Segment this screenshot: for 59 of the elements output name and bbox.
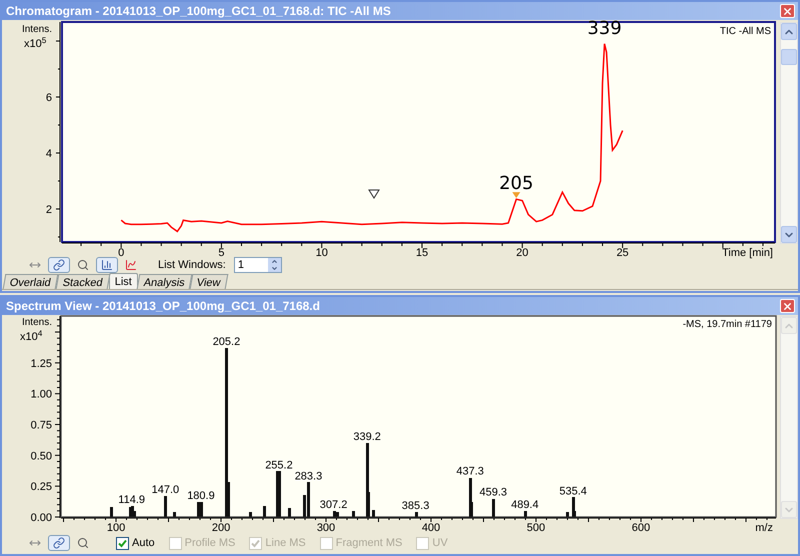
axis-tick-label: 400 — [422, 522, 440, 533]
checkbox-label: Profile MS — [184, 536, 236, 551]
axis-tick-label: 25 — [616, 247, 629, 259]
checkbox-label: Fragment MS — [336, 536, 402, 551]
axis-tick-label: 4 — [46, 148, 52, 160]
axis-tick-label: 6 — [46, 92, 52, 104]
tab[interactable]: View — [190, 274, 228, 289]
axis-title: Intens. — [22, 24, 52, 35]
axis-title: Intens. — [22, 317, 52, 328]
peak-label: 339.2 — [353, 431, 381, 443]
peak-label: 255.2 — [265, 459, 293, 472]
tab[interactable]: Analysis — [136, 274, 192, 289]
spinner-value: 1 — [238, 258, 244, 273]
peak-label: 459.3 — [480, 486, 508, 498]
axis-tick-label: 0.50 — [30, 450, 52, 462]
axis-tick-label: 0.00 — [30, 512, 52, 524]
trace-label: -MS, 19.7min #1179 — [682, 319, 772, 330]
axis-tick-label: 0.75 — [30, 420, 52, 432]
axis-tick-label: 5 — [218, 247, 224, 259]
axis-tick-label: 600 — [632, 522, 650, 533]
axis-tick-label: 500 — [526, 522, 546, 533]
peak-label: 385.3 — [402, 500, 430, 512]
peak-label: 437.3 — [456, 466, 484, 478]
peak-label: 180.9 — [187, 490, 215, 502]
axis-tick-label: 200 — [212, 522, 230, 533]
peak-label: 114.9 — [118, 494, 146, 506]
list-windows-spinner[interactable]: 1 — [234, 257, 282, 273]
series-label: TIC -All MS — [720, 26, 771, 37]
axis-tick-label: 20 — [516, 247, 528, 259]
peak-label: 307.2 — [320, 498, 348, 511]
checkbox-label: Line MS — [265, 536, 306, 551]
axis-tick-label: 300 — [316, 522, 336, 533]
tab[interactable]: Stacked — [56, 274, 110, 289]
peak-label: 205.2 — [212, 336, 240, 348]
axis-tick-label: 100 — [106, 522, 126, 533]
axis-multiplier: x10$^{4}$ — [20, 331, 42, 340]
peak-annotation: 339 — [587, 20, 622, 39]
axis-tick-label: 2 — [46, 204, 52, 216]
peak-label: 535.4 — [559, 485, 587, 498]
tab[interactable]: List — [108, 273, 138, 289]
checkbox-label: Auto — [132, 536, 155, 551]
axis-tick-label: 1.00 — [30, 388, 52, 401]
peak-label: 147.0 — [152, 484, 180, 496]
axis-tick-label: 0 — [118, 247, 124, 259]
checkbox-label: UV — [432, 536, 448, 551]
panel-title: Spectrum View - 20141013_OP_100mg_GC1_01_7168.d — [6, 298, 320, 315]
panel-title: Chromatogram - 20141013_OP_100mg_GC1_01_7168.d: TIC -All MS — [6, 3, 391, 20]
peak-label: 489.4 — [511, 498, 539, 511]
axis-tick-label: 15 — [416, 247, 428, 259]
axis-tick-label: 1.25 — [30, 358, 52, 370]
peak-annotation: 205 — [499, 173, 534, 194]
list-windows-label: List Windows: — [158, 258, 226, 273]
peak-label: 283.3 — [294, 470, 322, 482]
axis-multiplier: x10$^{5}$ — [24, 38, 46, 47]
axis-title: m/z — [755, 522, 773, 533]
axis-tick-label: 10 — [316, 247, 328, 259]
tab[interactable]: Overlaid — [2, 274, 58, 289]
axis-tick-label: 0.25 — [30, 481, 52, 494]
axis-title: Time [min] — [722, 247, 773, 259]
